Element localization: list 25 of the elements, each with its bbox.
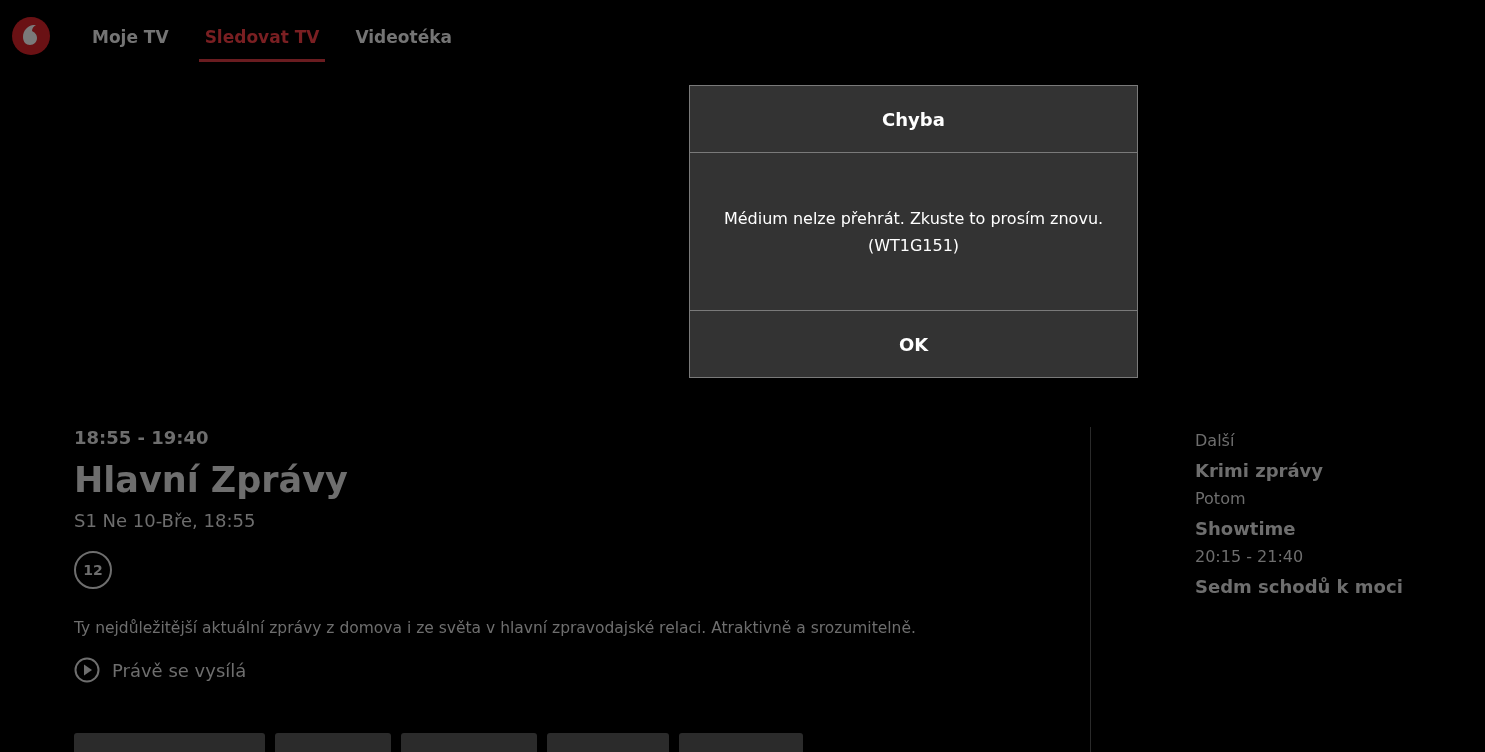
action-button[interactable] [547, 733, 669, 752]
nav-tab[interactable]: Moje TV [86, 14, 175, 62]
action-button[interactable] [679, 733, 803, 752]
schedule-label: Potom [1195, 489, 1246, 508]
action-button[interactable] [401, 733, 537, 752]
program-title: Hlavní Zprávy [74, 460, 348, 500]
program-name[interactable]: Krimi zprávy [1195, 460, 1324, 481]
nav-tab[interactable]: Videotéka [349, 14, 458, 62]
episode-info: S1 Ne 10-Bře, 18:55 [74, 510, 256, 531]
play-icon [74, 657, 100, 683]
program-time: 18:55 - 19:40 [74, 427, 209, 448]
dialog-title: Chyba [882, 108, 945, 130]
live-status: Právě se vysílá [112, 659, 247, 681]
logo-icon [12, 17, 50, 55]
ok-button[interactable]: OK [690, 311, 1137, 377]
action-button[interactable] [275, 733, 391, 752]
program-description: Ty nejdůležitější aktuální zprávy z domova i ze světa v hlavní zpravodajské relaci. Atraktivně a srozumitelně. [74, 619, 916, 637]
error-message: Médium nelze přehrát. Zkuste to prosím znovu. [723, 208, 1104, 228]
error-code: (WT1G151) [867, 235, 960, 255]
schedule-label: 20:15 - 21:40 [1195, 547, 1304, 566]
schedule-label: Další [1195, 431, 1235, 450]
program-name[interactable]: Showtime [1195, 518, 1296, 539]
action-button[interactable] [74, 733, 265, 752]
program-name[interactable]: Sedm schodů k moci [1195, 576, 1403, 597]
age-rating-badge: 12 [74, 551, 112, 589]
